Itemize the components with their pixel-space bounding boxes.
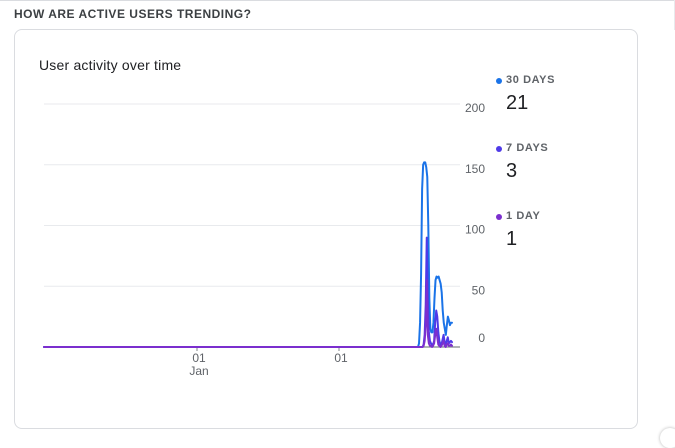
legend-label-1-day: 1 DAY (506, 210, 541, 222)
legend-dot-1-day (496, 214, 502, 220)
x-tick-label-month: Jan (189, 364, 208, 378)
chart-x-axis: 01Jan01 (189, 347, 348, 378)
y-tick-label: 0 (478, 331, 485, 345)
y-tick-label: 100 (465, 223, 485, 237)
y-tick-label: 50 (472, 283, 486, 297)
legend-dot-30-days (496, 78, 502, 84)
series-line-7-days[interactable] (43, 236, 453, 348)
chart-gridlines (44, 103, 460, 348)
legend-value-1-day: 1 (506, 228, 518, 250)
x-tick-label-day: 01 (334, 351, 348, 365)
legend-item-7-days: 7 DAYS 3 (496, 142, 606, 210)
y-tick-label: 150 (465, 162, 485, 176)
legend-value-7-days: 3 (506, 160, 518, 182)
y-tick-label: 200 (465, 101, 485, 115)
chart-series (43, 161, 453, 348)
series-line-1-day[interactable] (43, 279, 453, 348)
legend-value-30-days: 21 (506, 92, 529, 114)
chart-legend: 30 DAYS 21 7 DAYS 3 1 DAY 1 (496, 74, 606, 278)
floating-button-edge[interactable] (660, 428, 675, 448)
legend-item-1-day: 1 DAY 1 (496, 210, 606, 278)
chart-y-axis: 0 50 100 150 200 (465, 101, 485, 345)
x-tick-label-day: 01 (192, 351, 206, 365)
legend-dot-7-days (496, 146, 502, 152)
legend-item-30-days: 30 DAYS 21 (496, 74, 606, 142)
legend-label-7-days: 7 DAYS (506, 142, 549, 154)
legend-label-30-days: 30 DAYS (506, 74, 556, 86)
series-line-30-days[interactable] (43, 161, 453, 348)
